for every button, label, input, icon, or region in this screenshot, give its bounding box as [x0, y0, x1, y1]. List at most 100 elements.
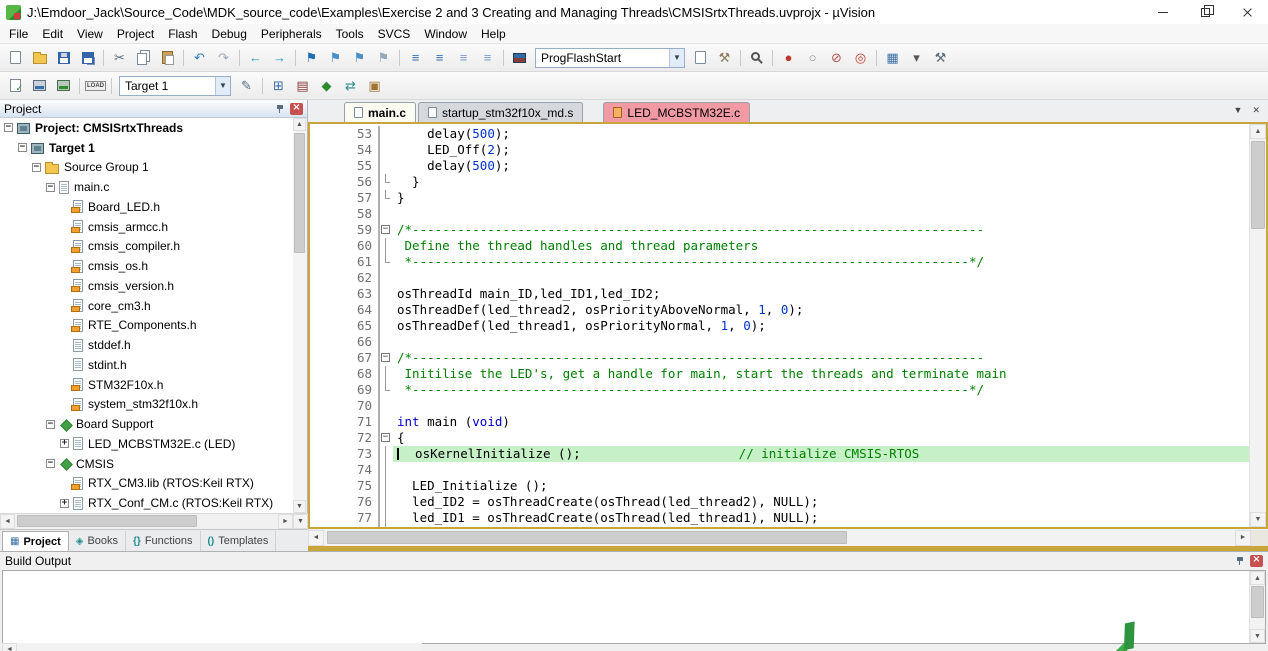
code-line-text[interactable]: {: [393, 430, 1249, 446]
next-bookmark-button[interactable]: ⚑: [324, 47, 347, 69]
line-number[interactable]: 72: [310, 430, 380, 446]
line-number[interactable]: 77: [310, 510, 380, 526]
line-number[interactable]: 55: [310, 158, 380, 174]
flash-erase-button[interactable]: ⚒: [713, 47, 736, 69]
code-line-text[interactable]: /*--------------------------------------…: [393, 222, 1249, 238]
save-button[interactable]: [52, 47, 75, 69]
project-tree-horizontal-scrollbar[interactable]: ◄ ► ▼: [0, 513, 308, 529]
rebuild-all-button[interactable]: [52, 75, 75, 97]
previous-bookmark-button[interactable]: ⚑: [348, 47, 371, 69]
configure-button[interactable]: ⚒: [929, 47, 952, 69]
build-button[interactable]: [28, 75, 51, 97]
menu-item-svcs[interactable]: SVCS: [371, 25, 418, 43]
tree-item[interactable]: −main.c: [0, 177, 294, 197]
scrollbar-thumb[interactable]: [294, 133, 305, 253]
scrollbar-thumb[interactable]: [1251, 586, 1264, 618]
project-tree-vertical-scrollbar[interactable]: ▲ ▼: [293, 118, 306, 513]
code-line-text[interactable]: Define the thread handles and thread par…: [393, 238, 1249, 254]
code-line-text[interactable]: [393, 526, 1249, 527]
open-file-button[interactable]: [28, 47, 51, 69]
code-line-66[interactable]: 66: [310, 334, 1249, 350]
close-document-button[interactable]: ✕: [1252, 105, 1260, 116]
code-line-text[interactable]: LED_Initialize ();: [393, 478, 1249, 494]
menu-item-file[interactable]: File: [2, 25, 35, 43]
scroll-right-icon[interactable]: ►: [1235, 530, 1251, 546]
code-line-text[interactable]: led_ID1 = osThreadCreate(osThread(led_th…: [393, 510, 1249, 526]
scrollbar-thumb[interactable]: [17, 515, 197, 527]
current-window-button[interactable]: ▦: [881, 47, 904, 69]
build-output-close-button[interactable]: [1250, 555, 1263, 567]
line-number[interactable]: 69: [310, 382, 380, 398]
save-all-button[interactable]: [76, 47, 99, 69]
insert-bookmark-button[interactable]: ⚑: [300, 47, 323, 69]
tree-item[interactable]: stdint.h: [0, 355, 294, 375]
line-number[interactable]: 64: [310, 302, 380, 318]
line-number[interactable]: 68: [310, 366, 380, 382]
code-line-text[interactable]: }: [393, 174, 1249, 190]
code-line-text[interactable]: *---------------------------------------…: [393, 382, 1249, 398]
line-number[interactable]: 78: [310, 526, 380, 527]
code-line-text[interactable]: delay(500);: [393, 158, 1249, 174]
code-line-67[interactable]: 67/*------------------------------------…: [310, 350, 1249, 366]
kill-all-breakpoints-button[interactable]: ◎: [849, 47, 872, 69]
document-tab-led-mcbstm32e-c[interactable]: LED_MCBSTM32E.c: [603, 102, 750, 122]
target-select-combo[interactable]: Target 1▼: [119, 76, 231, 96]
tree-item[interactable]: Board_LED.h: [0, 197, 294, 217]
cut-button[interactable]: ✂: [108, 47, 131, 69]
close-button[interactable]: [1226, 0, 1268, 24]
code-line-text[interactable]: [393, 270, 1249, 286]
code-line-69[interactable]: 69 *------------------------------------…: [310, 382, 1249, 398]
manage-rte-button[interactable]: ◆: [315, 75, 338, 97]
code-line-54[interactable]: 54 LED_Off(2);: [310, 142, 1249, 158]
paste-button[interactable]: [156, 47, 179, 69]
tree-item[interactable]: −Project: CMSISrtxThreads: [0, 118, 294, 138]
code-line-56[interactable]: 56 }: [310, 174, 1249, 190]
line-number[interactable]: 65: [310, 318, 380, 334]
scrollbar-thumb[interactable]: [1251, 141, 1265, 229]
code-line-61[interactable]: 61 *------------------------------------…: [310, 254, 1249, 270]
fold-margin[interactable]: [380, 222, 393, 238]
tree-item[interactable]: +LED_MCBSTM32E.c (LED): [0, 434, 294, 454]
maximize-button[interactable]: [1184, 0, 1226, 24]
line-number[interactable]: 62: [310, 270, 380, 286]
line-number[interactable]: 63: [310, 286, 380, 302]
tab-templates[interactable]: ()Templates: [201, 531, 277, 551]
scroll-up-icon[interactable]: ▲: [1250, 124, 1266, 139]
code-line-78[interactable]: 78: [310, 526, 1249, 527]
file-extensions-button[interactable]: ⊞: [267, 75, 290, 97]
tree-item[interactable]: RTX_CM3.lib (RTOS:Keil RTX): [0, 474, 294, 494]
code-line-text[interactable]: LED_Off(2);: [393, 142, 1249, 158]
scrollbar-track[interactable]: [324, 530, 1235, 546]
code-line-72[interactable]: 72 {: [310, 430, 1249, 446]
document-tab-startup-stm32f10x-md-s[interactable]: startup_stm32f10x_md.s: [418, 102, 583, 122]
code-line-text[interactable]: }: [393, 190, 1249, 206]
code-line-53[interactable]: 53 delay(500);: [310, 126, 1249, 142]
insert-breakpoint-button[interactable]: ●: [777, 47, 800, 69]
tree-item[interactable]: −Source Group 1: [0, 158, 294, 178]
code-line-73[interactable]: 73 osKernelInitialize (); // initialize …: [310, 446, 1249, 462]
code-line-74[interactable]: 74: [310, 462, 1249, 478]
tree-item[interactable]: system_stm32f10x.h: [0, 395, 294, 415]
scroll-left-icon[interactable]: ◄: [308, 530, 324, 546]
code-line-62[interactable]: 62: [310, 270, 1249, 286]
code-line-75[interactable]: 75 LED_Initialize ();: [310, 478, 1249, 494]
code-line-58[interactable]: 58: [310, 206, 1249, 222]
code-line-text[interactable]: delay(500);: [393, 126, 1249, 142]
menu-item-help[interactable]: Help: [474, 25, 513, 43]
menu-item-window[interactable]: Window: [417, 25, 474, 43]
pin-icon[interactable]: [276, 104, 285, 114]
menu-item-debug[interactable]: Debug: [205, 25, 254, 43]
scroll-up-icon[interactable]: ▲: [293, 118, 306, 131]
clear-bookmarks-button[interactable]: ⚑: [372, 47, 395, 69]
scrollbar-thumb[interactable]: [327, 531, 847, 544]
line-number[interactable]: 67: [310, 350, 380, 366]
scroll-right-icon[interactable]: ►: [278, 514, 293, 529]
fold-collapse-icon[interactable]: [381, 433, 390, 442]
flash-configure-button[interactable]: [508, 47, 531, 69]
translate-button[interactable]: [4, 75, 27, 97]
code-line-text[interactable]: *---------------------------------------…: [393, 254, 1249, 270]
menu-item-view[interactable]: View: [70, 25, 110, 43]
line-number[interactable]: 57: [310, 190, 380, 206]
fold-collapse-icon[interactable]: [381, 225, 390, 234]
panel-position-dropdown[interactable]: ▼: [293, 514, 308, 529]
